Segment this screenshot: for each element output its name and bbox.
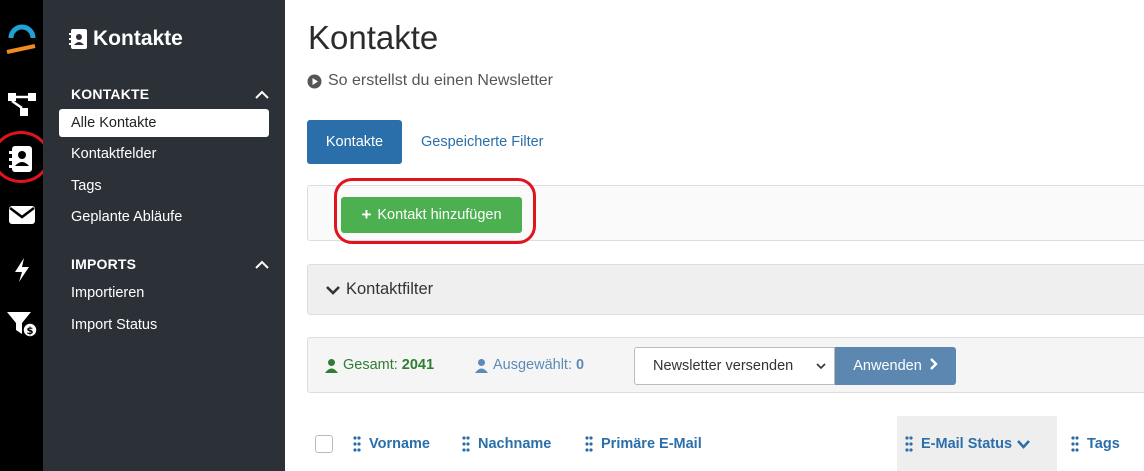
drag-handle-icon[interactable] <box>585 435 593 452</box>
apply-button[interactable]: Anwenden <box>835 347 956 385</box>
lightning-icon[interactable] <box>0 257 43 283</box>
section-label: IMPORTS <box>71 256 137 272</box>
address-book-icon <box>69 29 87 49</box>
howto-link[interactable]: So erstellst du einen Newsletter <box>307 72 553 90</box>
chevron-up-icon[interactable] <box>255 86 269 102</box>
column-primaere-email[interactable]: Primäre E-Mail <box>585 416 702 471</box>
stats-bar: Gesamt: 2041 Ausgewählt: 0 Newsletter ve… <box>307 337 1144 393</box>
svg-text:$: $ <box>26 326 33 337</box>
sidebar: Kontakte KONTAKTE Alle Kontakte Kontaktf… <box>43 0 285 471</box>
funnel-icon[interactable]: $ <box>0 310 43 338</box>
column-nachname[interactable]: Nachname <box>462 416 551 471</box>
sidebar-item-tags[interactable]: Tags <box>59 172 269 200</box>
tab-gespeicherte-filter[interactable]: Gespeicherte Filter <box>421 120 544 164</box>
user-icon <box>474 358 489 373</box>
chevron-up-icon[interactable] <box>255 256 269 272</box>
total-value: 2041 <box>401 357 435 373</box>
play-circle-icon <box>307 74 322 89</box>
section-label: KONTAKTE <box>71 86 150 102</box>
column-label: E-Mail Status <box>921 435 1013 452</box>
sort-desc-icon[interactable] <box>1017 439 1031 449</box>
bulk-action-select[interactable]: Newsletter versenden <box>634 347 835 385</box>
column-label: Nachname <box>478 435 552 452</box>
selected-value: 0 <box>576 357 585 373</box>
drag-handle-icon[interactable] <box>1071 435 1079 452</box>
filter-label: Kontaktfilter <box>346 280 434 298</box>
sidebar-section-imports[interactable]: IMPORTS <box>71 256 269 272</box>
sidebar-item-alle-kontakte[interactable]: Alle Kontakte <box>59 109 269 137</box>
drag-handle-icon[interactable] <box>905 435 913 452</box>
chevron-right-icon <box>929 358 938 374</box>
select-all-checkbox[interactable] <box>315 435 333 453</box>
column-vorname[interactable]: Vorname <box>353 416 430 471</box>
tab-kontakte[interactable]: Kontakte <box>307 120 402 164</box>
apply-label: Anwenden <box>853 358 922 374</box>
sidebar-item-importieren[interactable]: Importieren <box>59 279 269 307</box>
sidebar-item-import-status[interactable]: Import Status <box>59 311 269 339</box>
automation-flow-icon[interactable] <box>0 90 43 118</box>
sidebar-item-geplante-ablaeufe[interactable]: Geplante Abläufe <box>59 203 269 231</box>
contact-filter-panel[interactable]: Kontaktfilter <box>307 264 1144 315</box>
drag-handle-icon[interactable] <box>353 435 361 452</box>
highlight-ring <box>334 178 536 244</box>
total-label: Gesamt: <box>343 357 398 373</box>
logo-icon[interactable] <box>0 20 43 56</box>
page-title: Kontakte <box>308 19 439 56</box>
chevron-down-icon <box>816 348 826 384</box>
column-label: Vorname <box>369 435 430 452</box>
column-label: Primäre E-Mail <box>601 435 702 452</box>
howto-link-text: So erstellst du einen Newsletter <box>328 72 553 89</box>
email-icon[interactable] <box>0 204 43 226</box>
selected-label: Ausgewählt: <box>493 357 572 373</box>
sidebar-item-kontaktfelder[interactable]: Kontaktfelder <box>59 140 269 168</box>
chevron-down-icon <box>326 285 340 295</box>
main-content: Kontakte So erstellst du einen Newslette… <box>285 0 1144 471</box>
sidebar-title-text: Kontakte <box>93 27 183 50</box>
drag-handle-icon[interactable] <box>462 435 470 452</box>
bulk-action-value: Newsletter versenden <box>653 358 794 374</box>
column-tags[interactable]: Tags <box>1071 416 1120 471</box>
total-count: Gesamt: 2041 <box>324 357 434 373</box>
sidebar-title: Kontakte <box>69 27 183 51</box>
icon-rail: $ <box>0 0 50 471</box>
table-header: Vorname Nachname Primäre E-Mail E-Mail S… <box>307 416 1144 471</box>
sidebar-section-kontakte[interactable]: KONTAKTE <box>71 86 269 102</box>
user-icon <box>324 358 339 373</box>
selected-count: Ausgewählt: 0 <box>474 357 584 373</box>
column-email-status[interactable]: E-Mail Status <box>897 416 1057 471</box>
column-label: Tags <box>1087 435 1120 452</box>
